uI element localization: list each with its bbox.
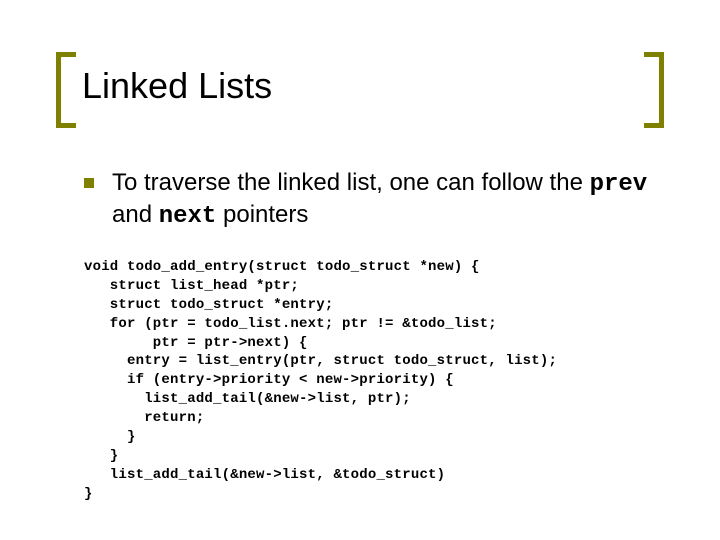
bullet-code-prev: prev — [590, 171, 648, 198]
bracket-left-icon — [56, 52, 76, 128]
bullet-text-post: pointers — [216, 201, 308, 228]
slide-title: Linked Lists — [82, 66, 272, 106]
bullet-item: To traverse the linked list, one can fol… — [84, 168, 664, 232]
body-content: To traverse the linked list, one can fol… — [84, 168, 664, 232]
slide: Linked Lists To traverse the linked list… — [0, 0, 720, 540]
code-block: void todo_add_entry(struct todo_struct *… — [84, 258, 664, 504]
bullet-text-mid: and — [112, 201, 159, 228]
bullet-code-next: next — [159, 203, 217, 230]
bullet-text-pre: To traverse the linked list, one can fol… — [112, 169, 590, 196]
bullet-text: To traverse the linked list, one can fol… — [112, 168, 664, 232]
square-bullet-icon — [84, 178, 94, 188]
bracket-right-icon — [644, 52, 664, 128]
